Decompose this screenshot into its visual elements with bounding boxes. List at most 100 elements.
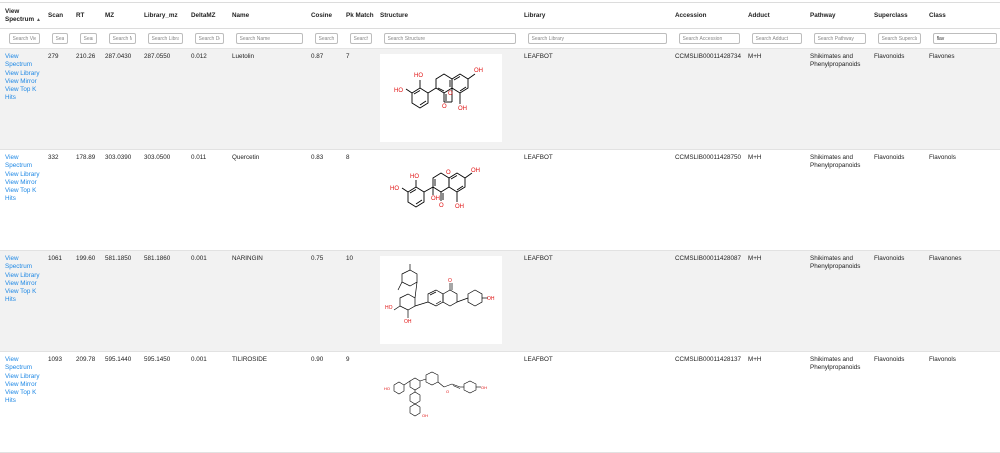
col-header-adduct[interactable]: Adduct xyxy=(743,2,805,29)
cell-pk-match: 10 xyxy=(341,250,375,352)
search-name-input[interactable] xyxy=(235,33,303,44)
cell-superclass: Flavonoids xyxy=(869,250,924,352)
cell-superclass: Flavonoids xyxy=(869,48,924,150)
results-table: View Spectrum ▲ Scan RT MZ Library_mz Del… xyxy=(0,2,1000,453)
col-header-pathway[interactable]: Pathway xyxy=(805,2,869,29)
atom-label: HO xyxy=(385,305,393,311)
cell-library: LEAFBOT xyxy=(519,48,670,150)
search-cosine-input[interactable] xyxy=(314,33,338,44)
cell-pathway: Shikimates and Phenylpropanoids xyxy=(805,149,869,251)
view-library-link[interactable]: View Library xyxy=(5,171,43,179)
cell-accession: CCMSLIB00011428137 xyxy=(670,351,743,453)
view-spectrum-link[interactable]: View Spectrum xyxy=(5,53,43,70)
atom-label: HO xyxy=(390,186,399,192)
view-mirror-link[interactable]: View Mirror xyxy=(5,179,43,187)
atom-label: O xyxy=(446,170,451,176)
cell-adduct: M+H xyxy=(743,250,805,352)
atom-label: O xyxy=(448,278,452,284)
cell-pk-match: 7 xyxy=(341,48,375,150)
cell-mz: 595.1440 xyxy=(100,351,139,453)
cell-accession: CCMSLIB00011428750 xyxy=(670,149,743,251)
atom-label: OH xyxy=(474,68,483,74)
cell-accession: CCMSLIB00011428087 xyxy=(670,250,743,352)
cell-mz: 581.1850 xyxy=(100,250,139,352)
cell-scan: 279 xyxy=(43,48,71,150)
col-header-library[interactable]: Library xyxy=(519,2,670,29)
view-mirror-link[interactable]: View Mirror xyxy=(5,280,43,288)
search-accession-input[interactable] xyxy=(678,33,740,44)
search-adduct-input[interactable] xyxy=(751,33,802,44)
cell-name: Quercetin xyxy=(227,149,306,251)
col-header-rt[interactable]: RT xyxy=(71,2,100,29)
search-mz-input[interactable] xyxy=(108,33,136,44)
sort-asc-icon[interactable]: ▲ xyxy=(36,16,41,24)
col-header-cosine[interactable]: Cosine xyxy=(306,2,341,29)
search-delta-mz-input[interactable] xyxy=(194,33,224,44)
atom-label: HO xyxy=(384,386,390,391)
col-header-name[interactable]: Name xyxy=(227,2,306,29)
cell-scan: 332 xyxy=(43,149,71,251)
cell-mz: 287.0430 xyxy=(100,48,139,150)
view-spectrum-link[interactable]: View Spectrum xyxy=(5,356,43,373)
search-view-input[interactable] xyxy=(8,33,40,44)
col-header-class[interactable]: Class xyxy=(924,2,1000,29)
view-top-k-hits-link[interactable]: View Top K Hits xyxy=(5,86,43,103)
col-header-library-mz[interactable]: Library_mz xyxy=(139,2,186,29)
cell-name: TILIROSIDE xyxy=(227,351,306,453)
view-mirror-link[interactable]: View Mirror xyxy=(5,78,43,86)
search-library-mz-input[interactable] xyxy=(147,33,183,44)
view-spectrum-link[interactable]: View Spectrum xyxy=(5,255,43,272)
cell-structure: HO O OH OH xyxy=(375,250,519,352)
search-library-input[interactable] xyxy=(527,33,667,44)
cell-pk-match: 8 xyxy=(341,149,375,251)
atom-label: OH xyxy=(458,106,467,112)
col-header-scan[interactable]: Scan xyxy=(43,2,71,29)
col-header-delta-mz[interactable]: DeltaMZ xyxy=(186,2,227,29)
cell-rt: 209.78 xyxy=(71,351,100,453)
col-header-accession[interactable]: Accession xyxy=(670,2,743,29)
cell-rt: 178.89 xyxy=(71,149,100,251)
atom-label: OH xyxy=(404,319,412,325)
cell-library-mz: 287.0550 xyxy=(139,48,186,150)
col-header-pk-match[interactable]: Pk Match xyxy=(341,2,375,29)
search-pathway-input[interactable] xyxy=(813,33,866,44)
search-rt-input[interactable] xyxy=(79,33,97,44)
view-library-link[interactable]: View Library xyxy=(5,373,43,381)
cell-adduct: M+H xyxy=(743,48,805,150)
cell-class: Flavonols xyxy=(924,351,1000,453)
search-superclass-input[interactable] xyxy=(877,33,921,44)
view-top-k-hits-link[interactable]: View Top K Hits xyxy=(5,187,43,204)
cell-scan: 1061 xyxy=(43,250,71,352)
col-header-superclass[interactable]: Superclass xyxy=(869,2,924,29)
table-row: View Spectrum View Library View Mirror V… xyxy=(0,250,1000,352)
view-library-link[interactable]: View Library xyxy=(5,272,43,280)
view-top-k-hits-link[interactable]: View Top K Hits xyxy=(5,288,43,305)
search-class-input[interactable] xyxy=(932,33,997,44)
cell-cosine: 0.87 xyxy=(306,48,341,150)
view-library-link[interactable]: View Library xyxy=(5,70,43,78)
header-row: View Spectrum ▲ Scan RT MZ Library_mz Del… xyxy=(0,2,1000,29)
col-header-structure[interactable]: Structure xyxy=(375,2,519,29)
cell-library: LEAFBOT xyxy=(519,250,670,352)
atom-label: HO xyxy=(414,73,423,79)
cell-scan: 1093 xyxy=(43,351,71,453)
table-row: View Spectrum View Library View Mirror V… xyxy=(0,351,1000,453)
atom-label: HO xyxy=(394,88,403,94)
col-header-mz[interactable]: MZ xyxy=(100,2,139,29)
cell-mz: 303.0390 xyxy=(100,149,139,251)
filter-row xyxy=(0,28,1000,49)
view-spectrum-link[interactable]: View Spectrum xyxy=(5,154,43,171)
cell-adduct: M+H xyxy=(743,149,805,251)
view-top-k-hits-link[interactable]: View Top K Hits xyxy=(5,389,43,406)
view-links: View Spectrum View Library View Mirror V… xyxy=(0,149,43,251)
search-scan-input[interactable] xyxy=(51,33,68,44)
view-mirror-link[interactable]: View Mirror xyxy=(5,381,43,389)
cell-delta-mz: 0.001 xyxy=(186,250,227,352)
cell-cosine: 0.83 xyxy=(306,149,341,251)
search-structure-input[interactable] xyxy=(383,33,516,44)
cell-pathway: Shikimates and Phenylpropanoids xyxy=(805,250,869,352)
col-header-view-spectrum[interactable]: View Spectrum ▲ xyxy=(0,2,43,29)
cell-name: Luetolin xyxy=(227,48,306,150)
search-pk-match-input[interactable] xyxy=(349,33,372,44)
cell-cosine: 0.90 xyxy=(306,351,341,453)
